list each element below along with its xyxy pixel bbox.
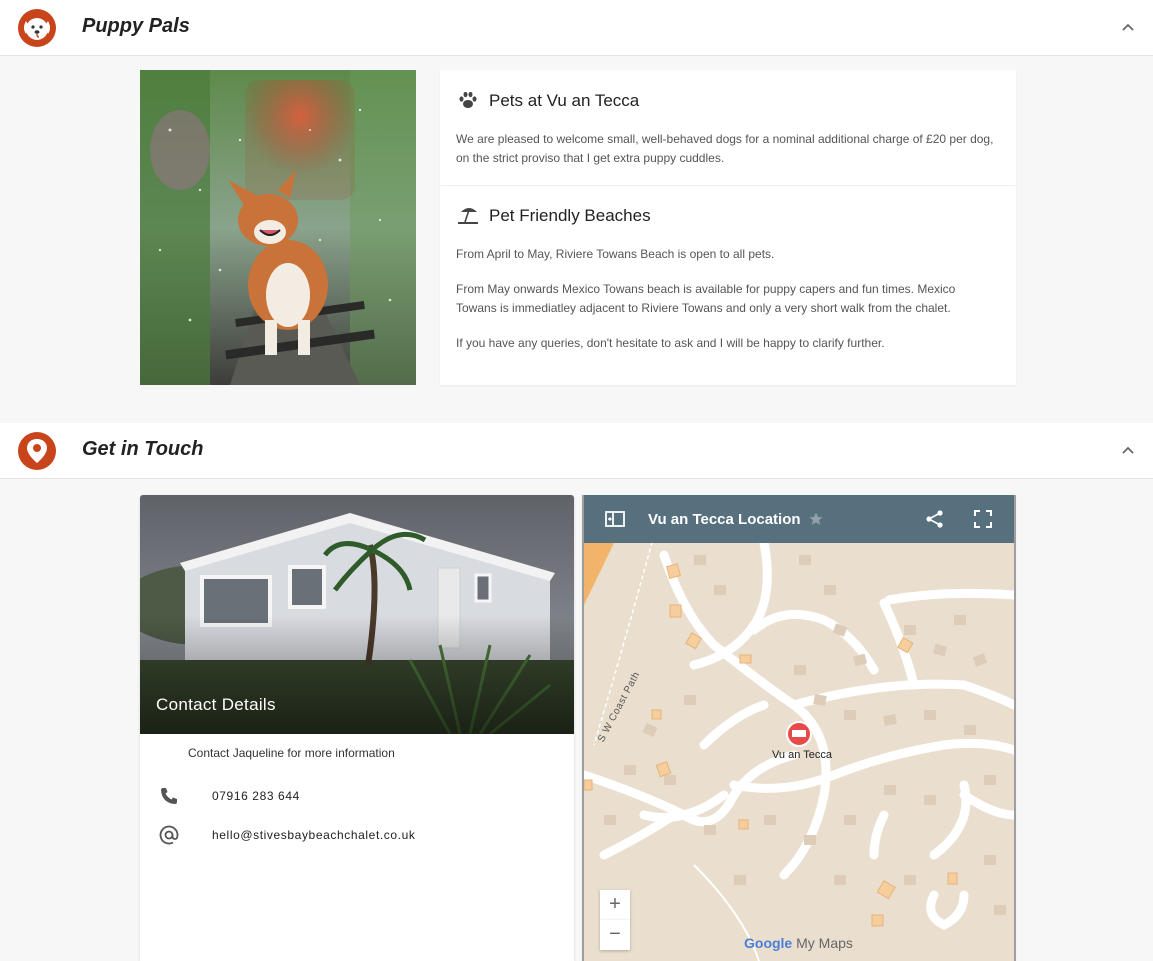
contact-details-card: Contact Details Contact Jaqueline for mo… <box>140 495 574 961</box>
section-title: Get in Touch <box>82 438 204 460</box>
map-title-bar: Vu an Tecca Location <box>584 495 1014 543</box>
dog-face-icon <box>18 9 56 47</box>
contact-details-title: Contact Details <box>156 695 276 714</box>
section-title: Puppy Pals <box>82 15 190 37</box>
section-header-puppy-pals[interactable]: Puppy Pals <box>0 0 1153 56</box>
my-maps-logo-text: My Maps <box>796 935 853 951</box>
beaches-info-card: Pet Friendly Beaches From April to May, … <box>440 186 1016 385</box>
chevron-up-icon[interactable] <box>1119 441 1137 459</box>
phone-icon <box>161 788 177 804</box>
chevron-up-icon[interactable] <box>1119 18 1137 36</box>
email-row[interactable]: hello@stivesbaybeachchalet.co.uk <box>140 824 574 854</box>
fullscreen-icon[interactable] <box>972 508 994 530</box>
at-sign-icon <box>159 825 179 845</box>
corgi-photo <box>140 70 416 385</box>
phone-number[interactable]: 07916 283 644 <box>212 789 300 803</box>
map-title[interactable]: Vu an Tecca Location <box>648 511 801 528</box>
card-title: Pets at Vu an Tecca <box>489 91 640 110</box>
map-pin-label: Vu an Tecca <box>772 749 832 761</box>
sidebar-toggle-icon[interactable] <box>604 508 626 530</box>
zoom-out-button[interactable]: − <box>600 920 630 950</box>
paw-icon <box>459 91 477 108</box>
location-pin-icon <box>18 432 56 470</box>
beach-paragraph: If you have any queries, don't hesitate … <box>456 336 885 350</box>
beach-umbrella-icon <box>458 208 478 224</box>
pets-info-card: Pets at Vu an Tecca We are pleased to we… <box>440 70 1016 185</box>
google-logo-text: Google <box>744 935 793 951</box>
card-title: Pet Friendly Beaches <box>489 206 651 225</box>
pets-description: We are pleased to welcome small, well-be… <box>456 132 994 165</box>
map-embed[interactable]: Vu an Tecca S W Coast Path Vu an Tecca L… <box>582 495 1016 961</box>
phone-row[interactable]: 07916 283 644 <box>140 785 574 815</box>
share-icon[interactable] <box>924 508 946 530</box>
map-canvas[interactable] <box>584 495 1014 961</box>
email-address[interactable]: hello@stivesbaybeachchalet.co.uk <box>212 828 416 842</box>
google-my-maps-logo: Google My Maps <box>744 935 853 951</box>
beach-paragraph: From April to May, Riviere Towans Beach … <box>456 247 775 261</box>
contact-intro-text: Contact Jaqueline for more information <box>188 746 395 760</box>
section-header-get-in-touch[interactable]: Get in Touch <box>0 423 1153 479</box>
zoom-in-button[interactable]: + <box>600 890 630 920</box>
star-icon[interactable] <box>808 511 824 527</box>
beach-paragraph: From May onwards Mexico Towans beach is … <box>456 282 956 315</box>
